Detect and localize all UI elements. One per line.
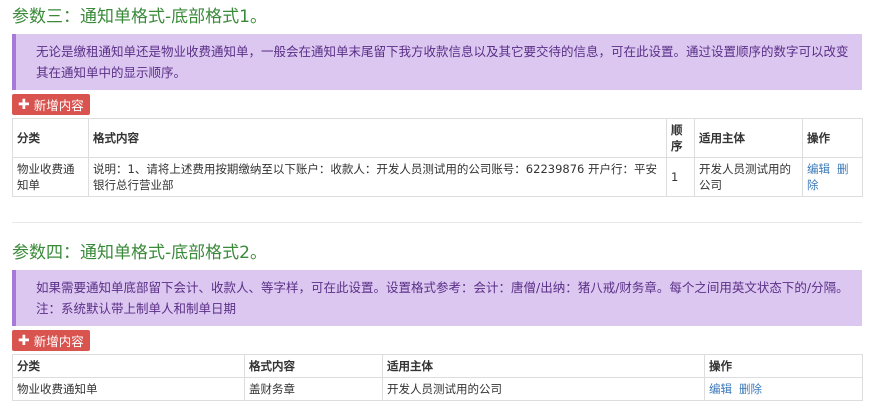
row-subject: 开发人员测试用的公司 bbox=[694, 157, 803, 197]
edit-link[interactable]: 编辑 bbox=[709, 382, 732, 396]
column-header-actions: 操作 bbox=[704, 354, 863, 378]
row-category: 物业收费通知单 bbox=[12, 377, 245, 401]
param3-add-button[interactable]: ✚ 新增内容 bbox=[12, 94, 90, 115]
column-header-category: 分类 bbox=[12, 354, 245, 378]
param4-add-label: 新增内容 bbox=[33, 334, 84, 349]
row-content: 说明：1、请将上述费用按期缴纳至以下账户：收款人：开发人员测试用的公司账号：62… bbox=[88, 157, 667, 197]
param4-title: 参数四：通知单格式-底部格式2。 bbox=[12, 243, 267, 263]
section-divider bbox=[12, 222, 862, 223]
edit-link[interactable]: 编辑 bbox=[807, 162, 830, 176]
column-header-subject: 适用主体 bbox=[694, 118, 803, 158]
param3-section: 参数三：通知单格式-底部格式1。 无论是缴租通知单还是物业收费通知单，一般会在通… bbox=[12, 0, 863, 197]
param3-title: 参数三：通知单格式-底部格式1。 bbox=[12, 7, 267, 27]
table-row: 物业收费通知单 说明：1、请将上述费用按期缴纳至以下账户：收款人：开发人员测试用… bbox=[12, 157, 863, 197]
column-header-subject: 适用主体 bbox=[382, 354, 705, 378]
row-content: 盖财务章 bbox=[244, 377, 383, 401]
row-category: 物业收费通知单 bbox=[12, 157, 89, 197]
param4-notice: 如果需要通知单底部留下会计、收款人、等字样，可在此设置。设置格式参考：会计：唐僧… bbox=[12, 270, 862, 326]
param4-section: 参数四：通知单格式-底部格式2。 如果需要通知单底部留下会计、收款人、等字样，可… bbox=[12, 236, 863, 401]
param3-table-header: 分类 格式内容 顺序 适用主体 操作 bbox=[12, 118, 863, 158]
column-header-content: 格式内容 bbox=[244, 354, 383, 378]
column-header-actions: 操作 bbox=[802, 118, 863, 158]
param4-table-header: 分类 格式内容 适用主体 操作 bbox=[12, 354, 863, 378]
column-header-content: 格式内容 bbox=[88, 118, 667, 158]
param4-add-button[interactable]: ✚ 新增内容 bbox=[12, 330, 90, 351]
row-actions: 编辑 删除 bbox=[704, 377, 863, 401]
param3-table: 分类 格式内容 顺序 适用主体 操作 物业收费通知单 说明：1、请将上述费用按期… bbox=[12, 118, 863, 197]
plus-icon: ✚ bbox=[18, 96, 30, 113]
param3-add-label: 新增内容 bbox=[33, 98, 84, 113]
row-subject: 开发人员测试用的公司 bbox=[382, 377, 705, 401]
column-header-category: 分类 bbox=[12, 118, 89, 158]
delete-link[interactable]: 删除 bbox=[739, 382, 762, 396]
row-actions: 编辑 删除 bbox=[802, 157, 863, 197]
param3-notice: 无论是缴租通知单还是物业收费通知单，一般会在通知单末尾留下我方收款信息以及其它要… bbox=[12, 34, 862, 90]
param4-table: 分类 格式内容 适用主体 操作 物业收费通知单 盖财务章 开发人员测试用的公司 … bbox=[12, 354, 863, 401]
plus-icon: ✚ bbox=[18, 332, 30, 349]
row-order: 1 bbox=[666, 157, 695, 197]
column-header-order: 顺序 bbox=[666, 118, 695, 158]
table-row: 物业收费通知单 盖财务章 开发人员测试用的公司 编辑 删除 bbox=[12, 377, 863, 401]
